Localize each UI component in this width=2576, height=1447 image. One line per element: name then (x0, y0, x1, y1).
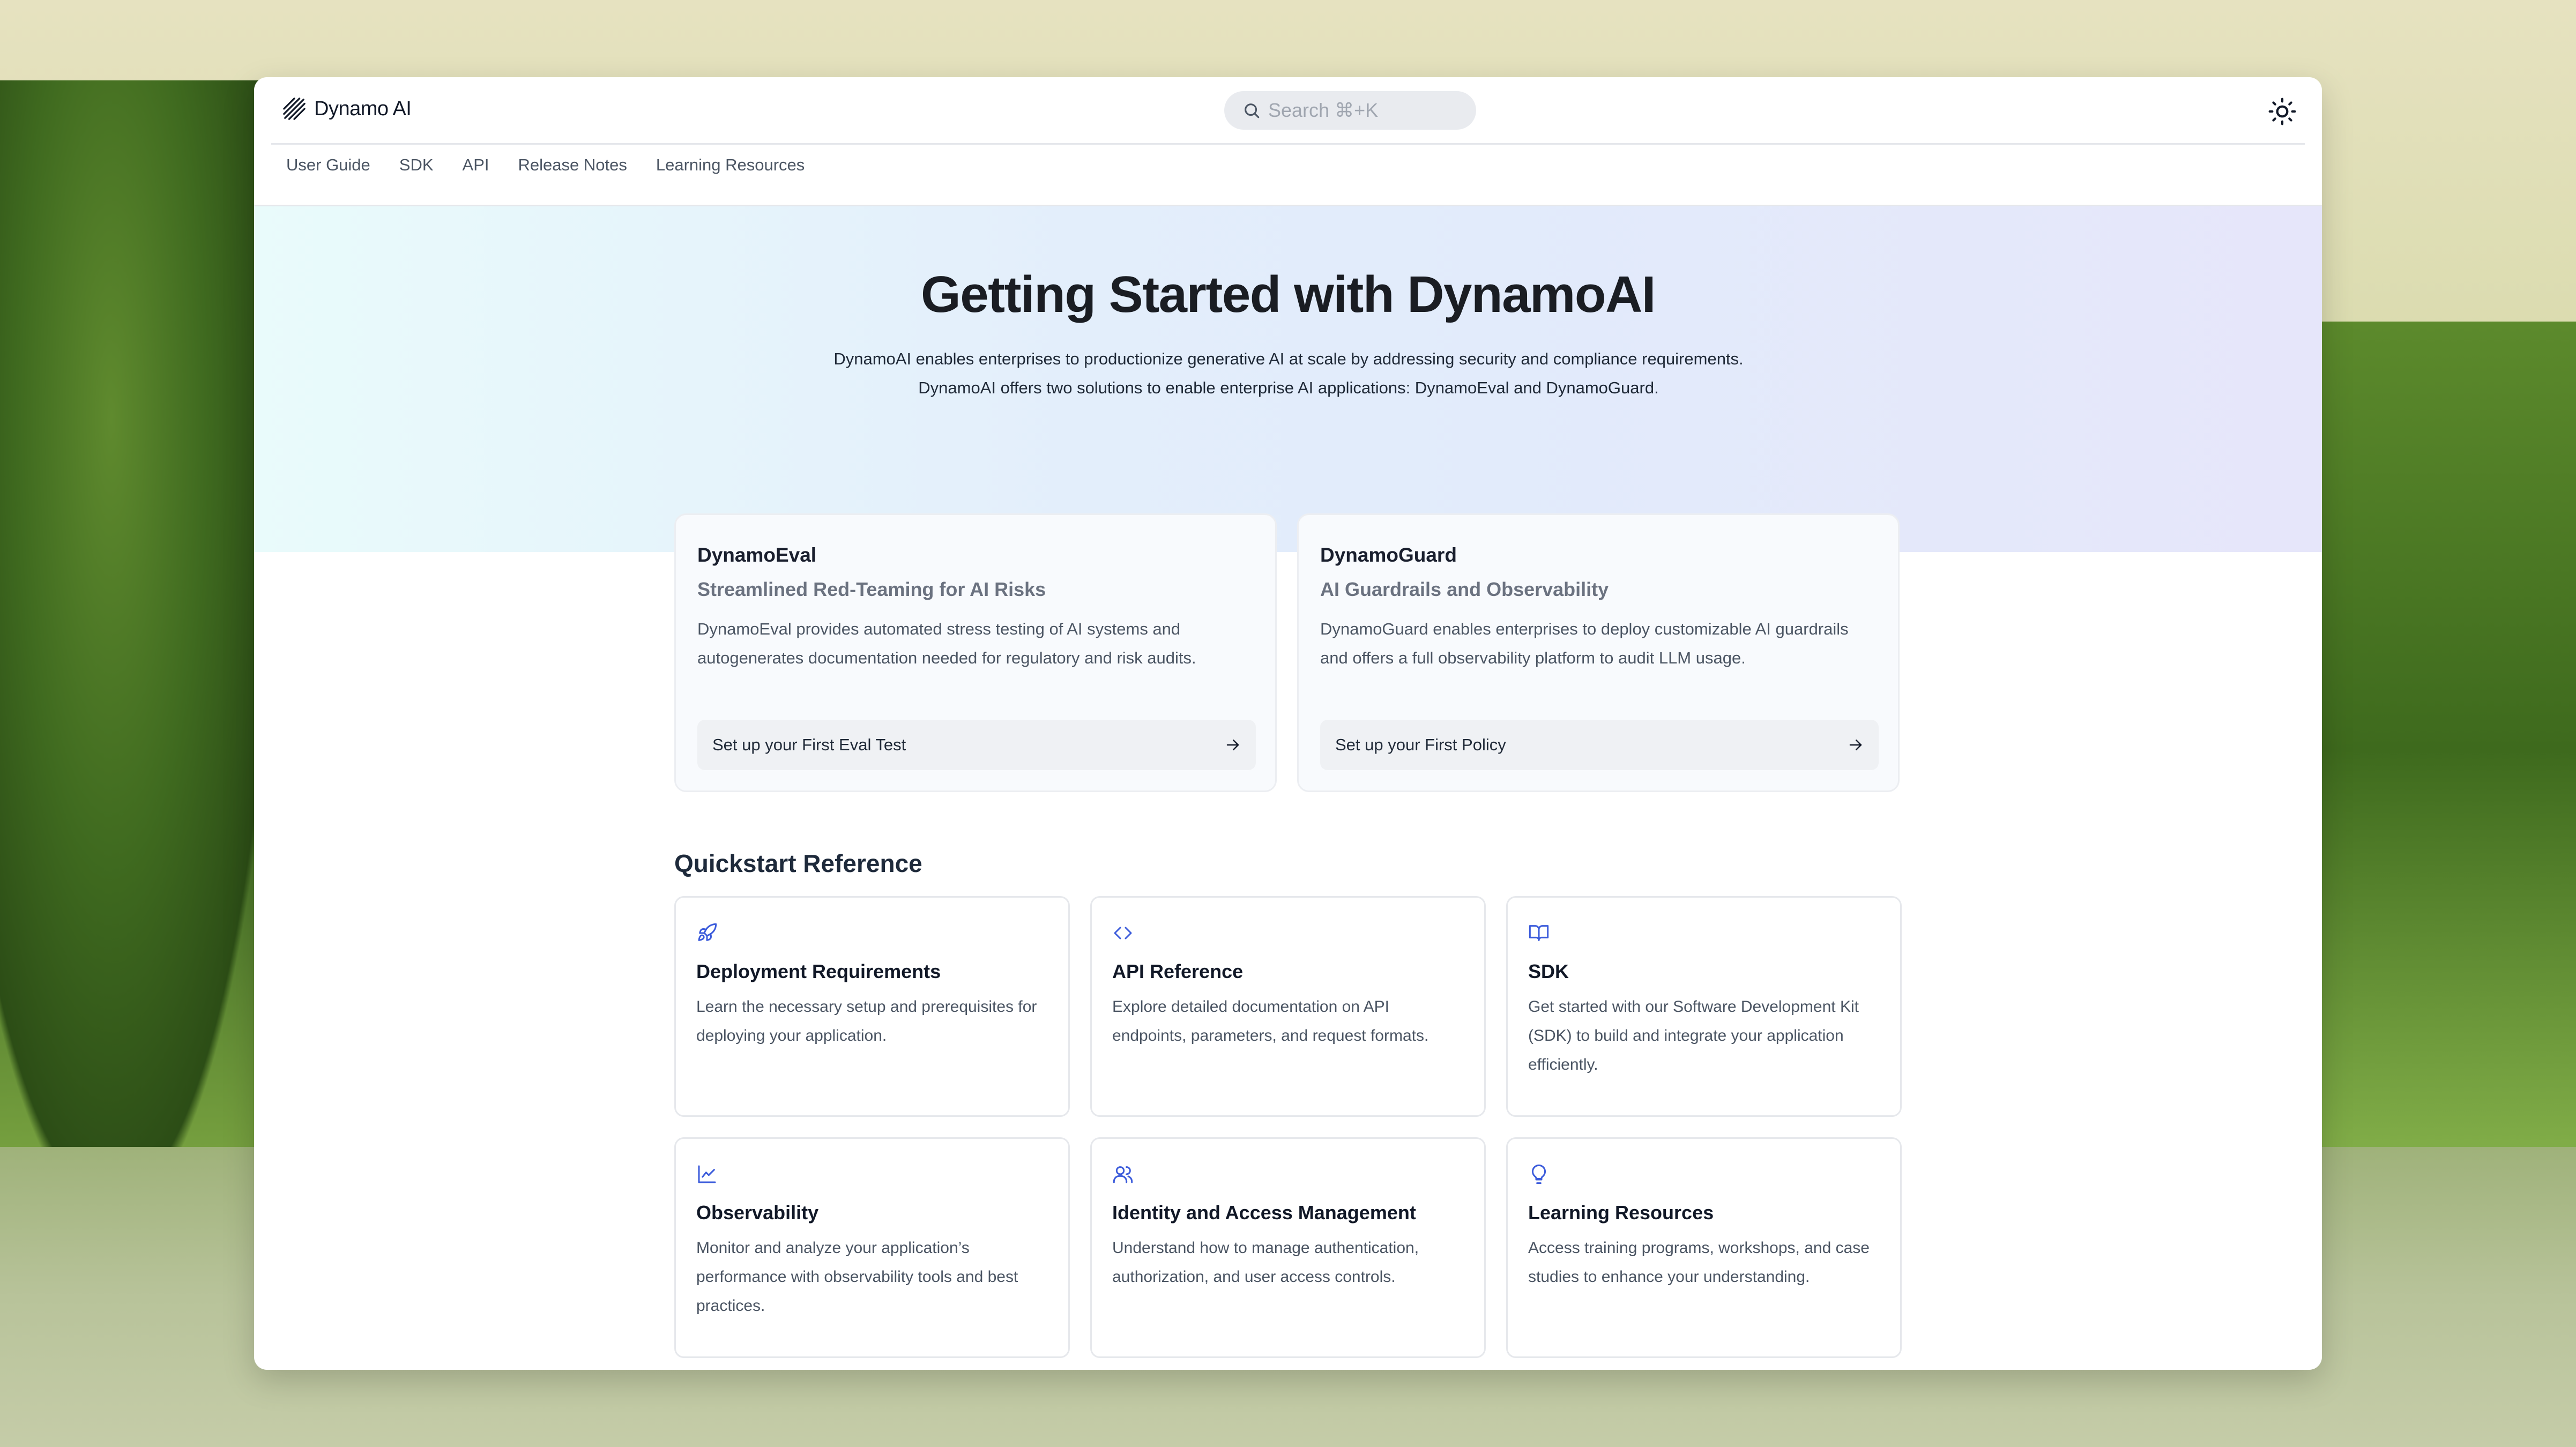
logo[interactable]: Dynamo AI (282, 96, 412, 121)
solution-card-dynamoguard: DynamoGuard AI Guardrails and Observabil… (1297, 513, 1900, 792)
quickstart-grid: Deployment Requirements Learn the necess… (674, 896, 1902, 1358)
card-description: Learn the necessary setup and prerequisi… (696, 998, 1037, 1045)
code-icon (1114, 927, 1132, 939)
solution-description: DynamoGuard enables enterprises to deplo… (1320, 620, 1849, 667)
hero-section: Getting Started with DynamoAI DynamoAI e… (254, 205, 2322, 552)
card-description: Understand how to manage authentication,… (1112, 1239, 1419, 1286)
quickstart-title: Quickstart Reference (674, 849, 922, 877)
button-label: Set up your First Eval Test (712, 735, 906, 754)
search-bar[interactable] (1224, 91, 1476, 130)
quickstart-card-deployment[interactable]: Deployment Requirements Learn the necess… (674, 896, 1070, 1117)
quickstart-card-observability[interactable]: Observability Monitor and analyze your a… (674, 1137, 1070, 1358)
quickstart-card-sdk[interactable]: SDK Get started with our Software Develo… (1506, 896, 1902, 1117)
nav-item-api[interactable]: API (463, 155, 489, 175)
docs-window: Dynamo AI User Guide SDK API Release Not… (254, 77, 2322, 1370)
card-title: Identity and Access Management (1112, 1202, 1416, 1224)
card-description: Access training programs, workshops, and… (1528, 1239, 1870, 1286)
button-label: Set up your First Policy (1335, 735, 1506, 754)
top-nav: User Guide SDK API Release Notes Learnin… (286, 155, 805, 175)
sun-icon[interactable] (2267, 96, 2297, 126)
card-title: SDK (1528, 960, 1569, 982)
solution-name: DynamoEval (697, 544, 817, 566)
card-title: API Reference (1112, 960, 1244, 982)
nav-item-learning-resources[interactable]: Learning Resources (656, 155, 805, 175)
solution-description: DynamoEval provides automated stress tes… (697, 620, 1196, 667)
solution-tagline: Streamlined Red-Teaming for AI Risks (697, 578, 1046, 600)
top-bar: Dynamo AI (271, 77, 2305, 145)
card-title: Deployment Requirements (696, 960, 941, 982)
card-title: Learning Resources (1528, 1202, 1714, 1224)
quickstart-card-learning-resources[interactable]: Learning Resources Access training progr… (1506, 1137, 1902, 1358)
first-policy-button[interactable]: Set up your First Policy (1320, 720, 1879, 770)
nav-item-release-notes[interactable]: Release Notes (518, 155, 627, 175)
card-title: Observability (696, 1202, 819, 1224)
arrow-right-icon (1849, 740, 1862, 750)
first-eval-test-button[interactable]: Set up your First Eval Test (697, 720, 1256, 770)
page-title: Getting Started with DynamoAI (921, 266, 1656, 323)
nav-item-sdk[interactable]: SDK (399, 155, 434, 175)
solutions-row: DynamoEval Streamlined Red-Teaming for A… (674, 513, 1900, 792)
search-icon (1245, 103, 1260, 118)
wallpaper-forest-left (0, 80, 279, 1206)
lightbulb-icon (1531, 1164, 1546, 1184)
quickstart-card-iam[interactable]: Identity and Access Management Understan… (1090, 1137, 1486, 1358)
logo-text: Dynamo AI (314, 97, 412, 120)
nav-item-user-guide[interactable]: User Guide (286, 155, 370, 175)
quickstart-card-api-reference[interactable]: API Reference Explore detailed documenta… (1090, 896, 1486, 1117)
card-description: Monitor and analyze your application’s p… (696, 1239, 1018, 1315)
card-description: Explore detailed documentation on API en… (1112, 998, 1429, 1045)
users-icon (1113, 1166, 1133, 1183)
solution-name: DynamoGuard (1320, 544, 1457, 566)
solution-tagline: AI Guardrails and Observability (1320, 578, 1609, 600)
rocket-icon (698, 923, 717, 941)
book-icon (1529, 925, 1549, 941)
solution-card-dynamoeval: DynamoEval Streamlined Red-Teaming for A… (674, 513, 1277, 792)
chart-icon (698, 1165, 716, 1183)
wallpaper-forest-right (2297, 322, 2576, 1179)
arrow-right-icon (1226, 740, 1239, 750)
hero-description: DynamoAI enables enterprises to producti… (833, 349, 1744, 397)
search-input[interactable] (1268, 99, 1461, 122)
card-description: Get started with our Software Developmen… (1528, 998, 1859, 1073)
logo-icon (283, 98, 306, 120)
